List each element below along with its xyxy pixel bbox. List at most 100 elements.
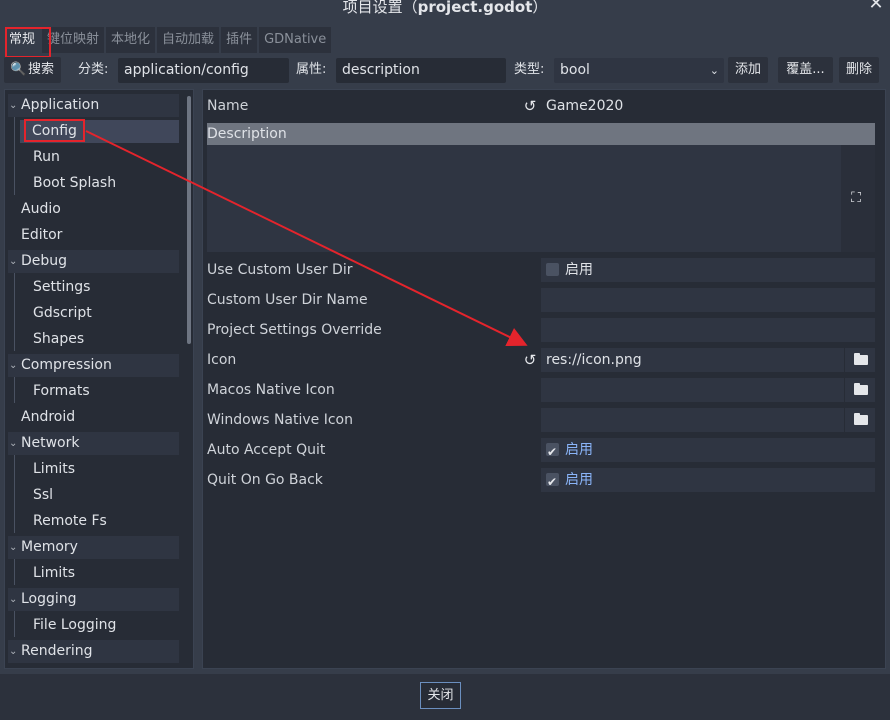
tab-localization[interactable]: 本地化 — [106, 27, 156, 53]
search-icon: 🔍 — [10, 62, 27, 77]
tree-item-audio[interactable]: Audio — [8, 198, 179, 221]
tree-item-label: Shapes — [33, 331, 85, 347]
checkbox-checked[interactable] — [546, 470, 559, 494]
expand-icon[interactable]: ⛶ — [848, 190, 864, 206]
icon-browse-button[interactable] — [845, 348, 875, 372]
close-window-icon[interactable]: ✕ — [868, 0, 884, 13]
settings-category-tree[interactable]: ⌄ Application Config Run Boot Splash Aud… — [4, 89, 194, 669]
tree-item-label: Debug — [21, 253, 68, 269]
tree-item-logging[interactable]: ⌄ Logging — [8, 588, 179, 611]
tree-item-ssl[interactable]: Ssl — [8, 484, 179, 507]
tree-item-memory[interactable]: ⌄ Memory — [8, 536, 179, 559]
use-custom-user-dir-label: Use Custom User Dir — [207, 262, 353, 278]
tree-item-formats[interactable]: Formats — [8, 380, 179, 403]
tree-item-label: Limits — [33, 565, 75, 581]
override-button[interactable]: 覆盖... — [778, 57, 833, 83]
tree-item-remote-fs[interactable]: Remote Fs — [8, 510, 179, 533]
tree-item-gdscript[interactable]: Gdscript — [8, 302, 179, 325]
tree-item-settings[interactable]: Settings — [8, 276, 179, 299]
tree-item-label: Memory — [21, 539, 78, 555]
checkbox-checked[interactable] — [546, 440, 559, 464]
tree-item-limits[interactable]: Limits — [8, 458, 179, 481]
tree-item-label: Settings — [33, 279, 91, 295]
auto-accept-quit-label: Auto Accept Quit — [207, 442, 326, 458]
icon-label: Icon — [207, 352, 237, 368]
chevron-down-icon: ⌄ — [9, 100, 18, 111]
toolbar: 🔍 搜索 分类: application/config 属性: descript… — [4, 57, 886, 85]
quit-on-go-back-label: Quit On Go Back — [207, 472, 323, 488]
chevron-down-icon: ⌄ — [709, 64, 719, 77]
tree-item-label: Boot Splash — [33, 175, 117, 191]
tab-gdnative[interactable]: GDNative — [259, 27, 332, 53]
tree-item-rendering[interactable]: ⌄ Rendering — [8, 640, 179, 663]
macos-icon-browse-button[interactable] — [845, 378, 875, 402]
tree-item-label: Logging — [21, 591, 77, 607]
close-button[interactable]: 关闭 — [420, 682, 461, 709]
tree-item-android[interactable]: Android — [8, 406, 179, 429]
tree-item-boot-splash[interactable]: Boot Splash — [8, 172, 179, 195]
category-input[interactable]: application/config — [118, 58, 289, 83]
tab-plugins[interactable]: 插件 — [221, 27, 258, 53]
checkbox-unchecked[interactable] — [546, 263, 559, 276]
windows-native-icon-field[interactable] — [541, 408, 844, 432]
tree-item-label: Application — [21, 97, 100, 113]
windows-icon-browse-button[interactable] — [845, 408, 875, 432]
category-label: 分类: — [78, 62, 109, 77]
search-button-label: 搜索 — [28, 62, 55, 77]
tab-input-map[interactable]: 键位映射 — [42, 27, 105, 53]
tree-item-network[interactable]: ⌄ Network — [8, 432, 179, 455]
custom-user-dir-name-field[interactable] — [541, 288, 875, 312]
tree-item-application[interactable]: ⌄ Application — [8, 94, 179, 117]
folder-icon — [854, 353, 868, 365]
chevron-down-icon: ⌄ — [9, 438, 18, 449]
tree-item-shapes[interactable]: Shapes — [8, 328, 179, 351]
tab-general[interactable]: 常规 — [4, 27, 41, 53]
chevron-down-icon: ⌄ — [9, 594, 18, 605]
icon-field[interactable]: res://icon.png — [541, 348, 844, 372]
tree-item-label: Audio — [21, 201, 61, 217]
delete-button[interactable]: 删除 — [839, 57, 879, 83]
window-titlebar: 项目设置（project.godot） ✕ — [0, 0, 890, 27]
tree-item-label: Rendering — [21, 643, 93, 659]
tree-item-file-logging[interactable]: File Logging — [8, 614, 179, 637]
tree-item-editor[interactable]: Editor — [8, 224, 179, 247]
revert-icon[interactable]: ↺ — [522, 98, 538, 114]
custom-user-dir-name-label: Custom User Dir Name — [207, 292, 368, 308]
macos-native-icon-field[interactable] — [541, 378, 844, 402]
property-input[interactable]: description — [336, 58, 506, 83]
window-title: 项目设置（project.godot） — [342, 0, 548, 16]
tree-item-label: Formats — [33, 383, 90, 399]
revert-icon[interactable]: ↺ — [522, 352, 538, 368]
search-button[interactable]: 🔍 搜索 — [4, 57, 61, 83]
tree-item-config[interactable]: Config — [20, 120, 179, 143]
quit-on-go-back-toggle[interactable]: 启用 — [541, 468, 875, 494]
type-select[interactable]: bool ⌄ — [554, 58, 724, 83]
project-settings-override-label: Project Settings Override — [207, 322, 382, 338]
tree-item-label: Remote Fs — [33, 513, 107, 529]
type-select-value: bool — [560, 62, 590, 78]
use-custom-user-dir-check-label: 启用 — [565, 262, 593, 278]
chevron-down-icon: ⌄ — [9, 256, 18, 267]
tree-item-limits[interactable]: Limits — [8, 562, 179, 585]
tree-item-label: Ssl — [33, 487, 54, 503]
tab-autoload[interactable]: 自动加载 — [157, 27, 220, 53]
folder-icon — [854, 383, 868, 395]
tree-item-run[interactable]: Run — [8, 146, 179, 169]
windows-native-icon-label: Windows Native Icon — [207, 412, 353, 428]
tree-item-debug[interactable]: ⌄ Debug — [8, 250, 179, 273]
name-field[interactable]: Game2020 — [541, 94, 875, 118]
tree-item-label: Limits — [33, 461, 75, 477]
folder-icon — [854, 413, 868, 425]
auto-accept-quit-toggle[interactable]: 启用 — [541, 438, 875, 464]
tree-item-compression[interactable]: ⌄ Compression — [8, 354, 179, 377]
property-inspector: Name ↺ Game2020 Description ⛶ Use Custom… — [202, 89, 886, 669]
add-button[interactable]: 添加 — [728, 57, 768, 83]
name-label: Name — [207, 98, 249, 114]
chevron-down-icon: ⌄ — [9, 360, 18, 371]
use-custom-user-dir-toggle[interactable]: 启用 — [541, 258, 875, 282]
tree-scrollbar[interactable] — [187, 96, 191, 344]
project-settings-override-field[interactable] — [541, 318, 875, 342]
description-textarea[interactable] — [207, 145, 875, 252]
tree-item-label: Config — [32, 123, 77, 139]
chevron-down-icon: ⌄ — [9, 646, 18, 657]
